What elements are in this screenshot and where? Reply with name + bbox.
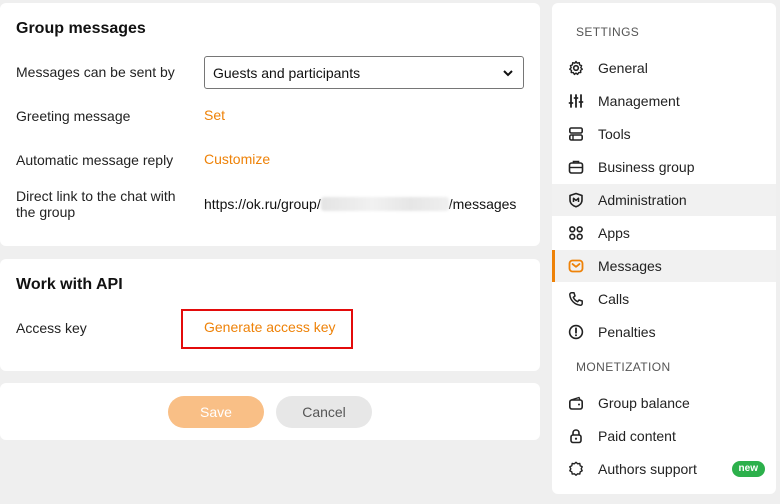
sidebar-item-administration[interactable]: Administration bbox=[552, 184, 776, 216]
sidebar-item-label: Management bbox=[598, 93, 680, 109]
lock-icon bbox=[568, 428, 584, 444]
api-title: Work with API bbox=[16, 276, 123, 293]
sidebar-item-management[interactable]: Management bbox=[552, 85, 776, 117]
phone-icon bbox=[568, 291, 584, 307]
greeting-set-link[interactable]: Set bbox=[204, 107, 225, 123]
apps-grid-icon bbox=[568, 225, 584, 241]
group-messages-card: Group messages Messages can be sent by G… bbox=[0, 3, 540, 246]
sidebar-item-label: Messages bbox=[598, 258, 662, 274]
direct-link-prefix: https://ok.ru/group/ bbox=[204, 196, 321, 212]
sidebar-item-penalties[interactable]: Penalties bbox=[552, 316, 776, 348]
gear-icon bbox=[568, 60, 584, 76]
sidebar-item-business-group[interactable]: Business group bbox=[552, 151, 776, 183]
sidebar-item-label: General bbox=[598, 60, 648, 76]
direct-link-suffix: /messages bbox=[448, 196, 517, 212]
generate-access-key-link[interactable]: Generate access key bbox=[204, 319, 336, 335]
badge-gear-icon bbox=[568, 461, 584, 477]
auto-reply-label: Automatic message reply bbox=[16, 152, 174, 168]
tools-icon bbox=[568, 126, 584, 142]
chevron-down-icon bbox=[501, 66, 515, 80]
sidebar-item-label: Administration bbox=[598, 192, 687, 208]
sent-by-label: Messages can be sent by bbox=[16, 64, 175, 80]
briefcase-icon bbox=[568, 159, 584, 175]
sidebar-item-messages[interactable]: Messages bbox=[552, 250, 776, 282]
sidebar-item-label: Authors support bbox=[598, 461, 697, 477]
group-messages-title: Group messages bbox=[16, 20, 146, 37]
direct-link-url[interactable]: https://ok.ru/group/ /messages bbox=[204, 196, 516, 212]
settings-sidebar: SETTINGS General Management Tools Busine… bbox=[552, 3, 776, 494]
settings-section-title: SETTINGS bbox=[576, 25, 640, 39]
greeting-label: Greeting message bbox=[16, 108, 131, 124]
monetization-section-title: MONETIZATION bbox=[576, 360, 671, 374]
sidebar-item-label: Penalties bbox=[598, 324, 656, 340]
sliders-icon bbox=[568, 93, 584, 109]
work-with-api-card: Work with API Access key Generate access… bbox=[0, 259, 540, 371]
envelope-icon bbox=[568, 258, 584, 274]
sidebar-item-authors-support[interactable]: Authors support new bbox=[552, 453, 776, 485]
sidebar-item-label: Group balance bbox=[598, 395, 690, 411]
form-actions-card: Save Cancel bbox=[0, 383, 540, 440]
new-badge: new bbox=[731, 461, 765, 477]
cancel-button[interactable]: Cancel bbox=[276, 396, 372, 428]
direct-link-label-line1: Direct link to the chat with bbox=[16, 188, 176, 204]
auto-reply-customize-link[interactable]: Customize bbox=[204, 151, 270, 167]
sidebar-item-paid-content[interactable]: Paid content bbox=[552, 420, 776, 452]
save-button[interactable]: Save bbox=[168, 396, 264, 428]
sidebar-item-label: Tools bbox=[598, 126, 631, 142]
sidebar-item-general[interactable]: General bbox=[552, 52, 776, 84]
sidebar-item-calls[interactable]: Calls bbox=[552, 283, 776, 315]
redacted-group-id bbox=[320, 197, 449, 211]
wallet-icon bbox=[568, 395, 584, 411]
warning-circle-icon bbox=[568, 324, 584, 340]
sent-by-selected-value: Guests and participants bbox=[213, 64, 361, 81]
sidebar-item-label: Business group bbox=[598, 159, 695, 175]
access-key-label: Access key bbox=[16, 320, 87, 336]
sidebar-item-tools[interactable]: Tools bbox=[552, 118, 776, 150]
sidebar-item-label: Calls bbox=[598, 291, 630, 307]
shield-icon bbox=[568, 192, 584, 208]
sidebar-item-label: Paid content bbox=[598, 428, 676, 444]
sidebar-item-apps[interactable]: Apps bbox=[552, 217, 776, 249]
sent-by-select[interactable]: Guests and participants bbox=[204, 56, 524, 89]
sidebar-item-group-balance[interactable]: Group balance bbox=[552, 387, 776, 419]
sidebar-item-label: Apps bbox=[598, 225, 630, 241]
direct-link-label-line2: the group bbox=[16, 204, 76, 220]
